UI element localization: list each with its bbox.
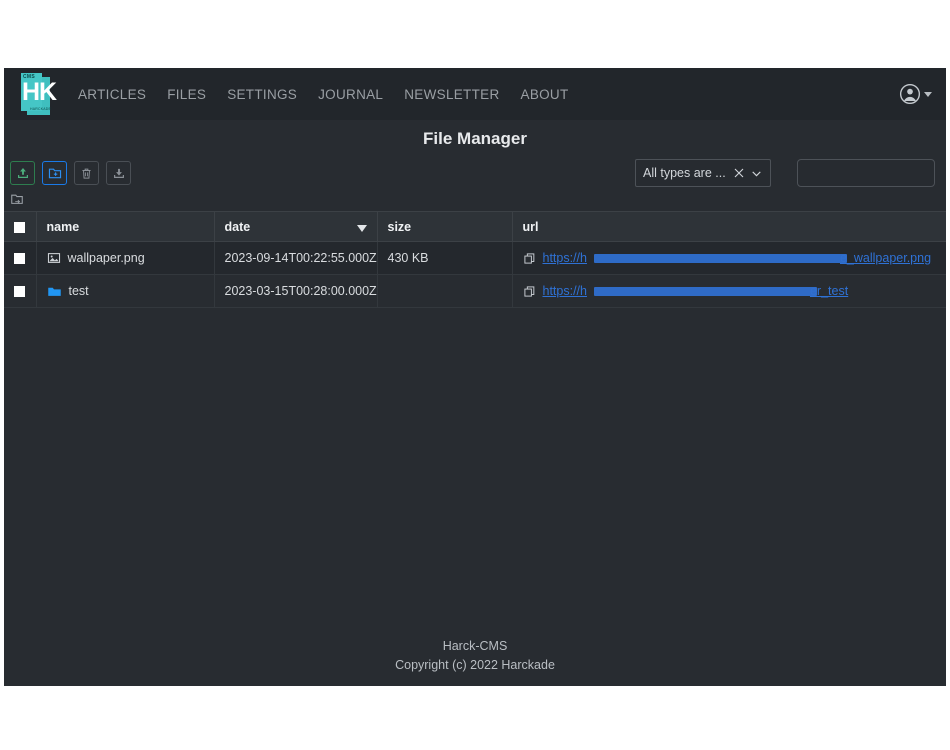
row-select-cell <box>4 274 37 308</box>
row-url-prefix: https://h <box>542 284 587 298</box>
column-header-date[interactable]: date <box>214 211 378 242</box>
toolbar: All types are ... <box>4 155 946 187</box>
column-header-url[interactable]: url <box>512 211 946 242</box>
table-row[interactable]: test 2023-03-15T00:28:00.000Z https://h … <box>4 274 946 308</box>
file-table-body: wallpaper.png 2023-09-14T00:22:55.000Z 4… <box>4 241 946 308</box>
chevron-down-icon[interactable] <box>750 167 763 180</box>
image-file-icon <box>47 253 60 263</box>
user-avatar-icon[interactable] <box>899 83 921 105</box>
download-button[interactable] <box>106 161 131 185</box>
chevron-down-icon[interactable] <box>924 91 932 97</box>
trash-icon <box>82 168 91 179</box>
close-icon[interactable] <box>733 167 745 179</box>
account-menu[interactable] <box>899 83 932 105</box>
search-input[interactable] <box>797 159 935 187</box>
nav-link-files[interactable]: FILES <box>167 87 206 102</box>
row-url-cell: https://h e_wallpaper.png <box>512 241 946 275</box>
row-url-suffix: e_wallpaper.png <box>839 251 932 265</box>
folder-plus-icon <box>48 168 61 179</box>
nav-link-settings[interactable]: SETTINGS <box>227 87 297 102</box>
download-icon <box>113 168 124 178</box>
upload-icon <box>17 168 28 178</box>
row-date-cell: 2023-03-15T00:28:00.000Z <box>214 274 378 308</box>
delete-button[interactable] <box>74 161 99 185</box>
footer-copyright: Copyright (c) 2022 Harckade <box>395 658 555 672</box>
select-all-checkbox[interactable] <box>14 221 25 233</box>
footer-app-name: Harck-CMS <box>442 639 508 653</box>
app-window: CMS HK HARCKADE ARTICLES FILES SETTINGS … <box>4 68 946 686</box>
toolbar-actions <box>10 161 131 185</box>
nav-link-articles[interactable]: ARTICLES <box>78 87 146 102</box>
logo-sub-text: HARCKADE <box>30 107 52 111</box>
file-table: name date size url wallpaper.png 2023-09… <box>4 211 946 308</box>
footer: Harck-CMS Copyright (c) 2022 Harckade <box>4 637 946 686</box>
row-url-prefix: https://h <box>542 251 587 265</box>
row-date-cell: 2023-09-14T00:22:55.000Z <box>214 241 378 275</box>
breadcrumb <box>4 187 946 211</box>
row-checkbox[interactable] <box>14 286 25 298</box>
file-table-container: name date size url wallpaper.png 2023-09… <box>4 211 946 637</box>
sort-descending-icon[interactable] <box>356 224 367 232</box>
nav-links: ARTICLES FILES SETTINGS JOURNAL NEWSLETT… <box>78 87 569 102</box>
row-size-cell <box>377 274 513 308</box>
file-type-filter-value: All types are ... <box>643 166 726 180</box>
row-url-link[interactable]: https://h e_wallpaper.png <box>543 251 932 265</box>
row-size-cell: 430 KB <box>377 241 513 275</box>
nav-link-about[interactable]: ABOUT <box>521 87 569 102</box>
row-url-link[interactable]: https://h er_test <box>543 284 849 298</box>
upload-file-button[interactable] <box>10 161 35 185</box>
row-name-label: wallpaper.png <box>67 251 145 265</box>
nav-link-journal[interactable]: JOURNAL <box>318 87 383 102</box>
page-title: File Manager <box>423 129 527 148</box>
harck-cms-logo[interactable]: CMS HK HARCKADE <box>14 71 58 117</box>
copy-icon[interactable] <box>523 252 536 265</box>
row-select-cell <box>4 241 37 275</box>
row-checkbox[interactable] <box>14 253 25 265</box>
column-header-date-label: date <box>224 219 251 234</box>
row-url-cell: https://h er_test <box>512 274 946 308</box>
row-name-cell: test <box>36 274 215 308</box>
new-folder-button[interactable] <box>42 161 67 185</box>
row-name-label: test <box>68 284 89 298</box>
row-name-cell: wallpaper.png <box>36 241 215 275</box>
table-header-row: name date size url <box>4 211 946 242</box>
redaction-bar <box>593 287 817 296</box>
column-header-size[interactable]: size <box>377 211 513 242</box>
file-type-filter-select[interactable]: All types are ... <box>635 159 771 187</box>
top-navigation-bar: CMS HK HARCKADE ARTICLES FILES SETTINGS … <box>4 68 946 120</box>
folder-root-icon[interactable] <box>10 192 24 206</box>
folder-icon <box>47 287 61 296</box>
logo-hk-text: HK <box>22 78 57 106</box>
nav-link-newsletter[interactable]: NEWSLETTER <box>404 87 499 102</box>
redaction-bar <box>593 254 847 263</box>
toolbar-filters: All types are ... <box>635 159 940 187</box>
column-header-name[interactable]: name <box>36 211 215 242</box>
select-all-header <box>4 211 37 242</box>
table-row[interactable]: wallpaper.png 2023-09-14T00:22:55.000Z 4… <box>4 241 946 275</box>
copy-icon[interactable] <box>523 285 536 298</box>
